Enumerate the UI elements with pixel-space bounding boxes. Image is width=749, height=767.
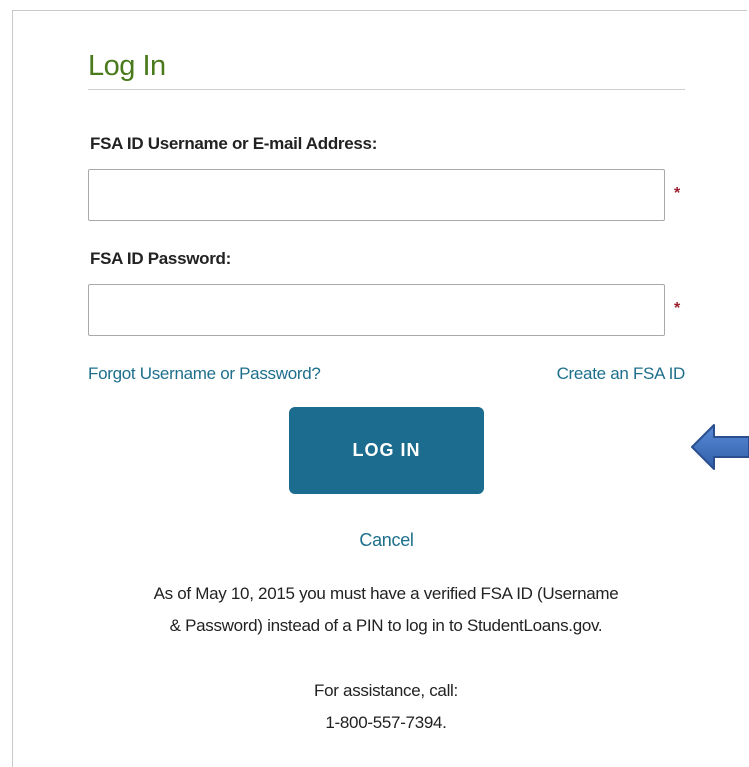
password-required-marker: * xyxy=(674,300,681,317)
create-fsa-id-link[interactable]: Create an FSA ID xyxy=(557,364,686,384)
notice-line: & Password) instead of a PIN to log in t… xyxy=(169,616,603,635)
arrow-left-icon xyxy=(691,424,749,470)
login-button[interactable]: LOG IN xyxy=(289,407,484,494)
notice-line: As of May 10, 2015 you must have a verif… xyxy=(153,584,619,603)
forgot-credentials-link[interactable]: Forgot Username or Password? xyxy=(88,364,321,384)
cancel-link[interactable]: Cancel xyxy=(359,530,414,550)
title-divider xyxy=(88,89,685,90)
assistance-info: For assistance, call: 1-800-557-7394. xyxy=(60,675,712,739)
username-label: FSA ID Username or E-mail Address: xyxy=(90,134,378,153)
page-title: Log In xyxy=(88,50,166,82)
password-label: FSA ID Password: xyxy=(90,249,231,268)
assistance-phone: 1-800-557-7394. xyxy=(325,713,447,732)
username-required-marker: * xyxy=(674,185,681,202)
password-input[interactable] xyxy=(88,284,665,336)
fsa-id-notice: As of May 10, 2015 you must have a verif… xyxy=(60,578,712,642)
assistance-label: For assistance, call: xyxy=(314,681,458,700)
username-input[interactable] xyxy=(88,169,665,221)
cancel-link-row: Cancel xyxy=(0,530,749,551)
login-panel xyxy=(12,10,747,767)
